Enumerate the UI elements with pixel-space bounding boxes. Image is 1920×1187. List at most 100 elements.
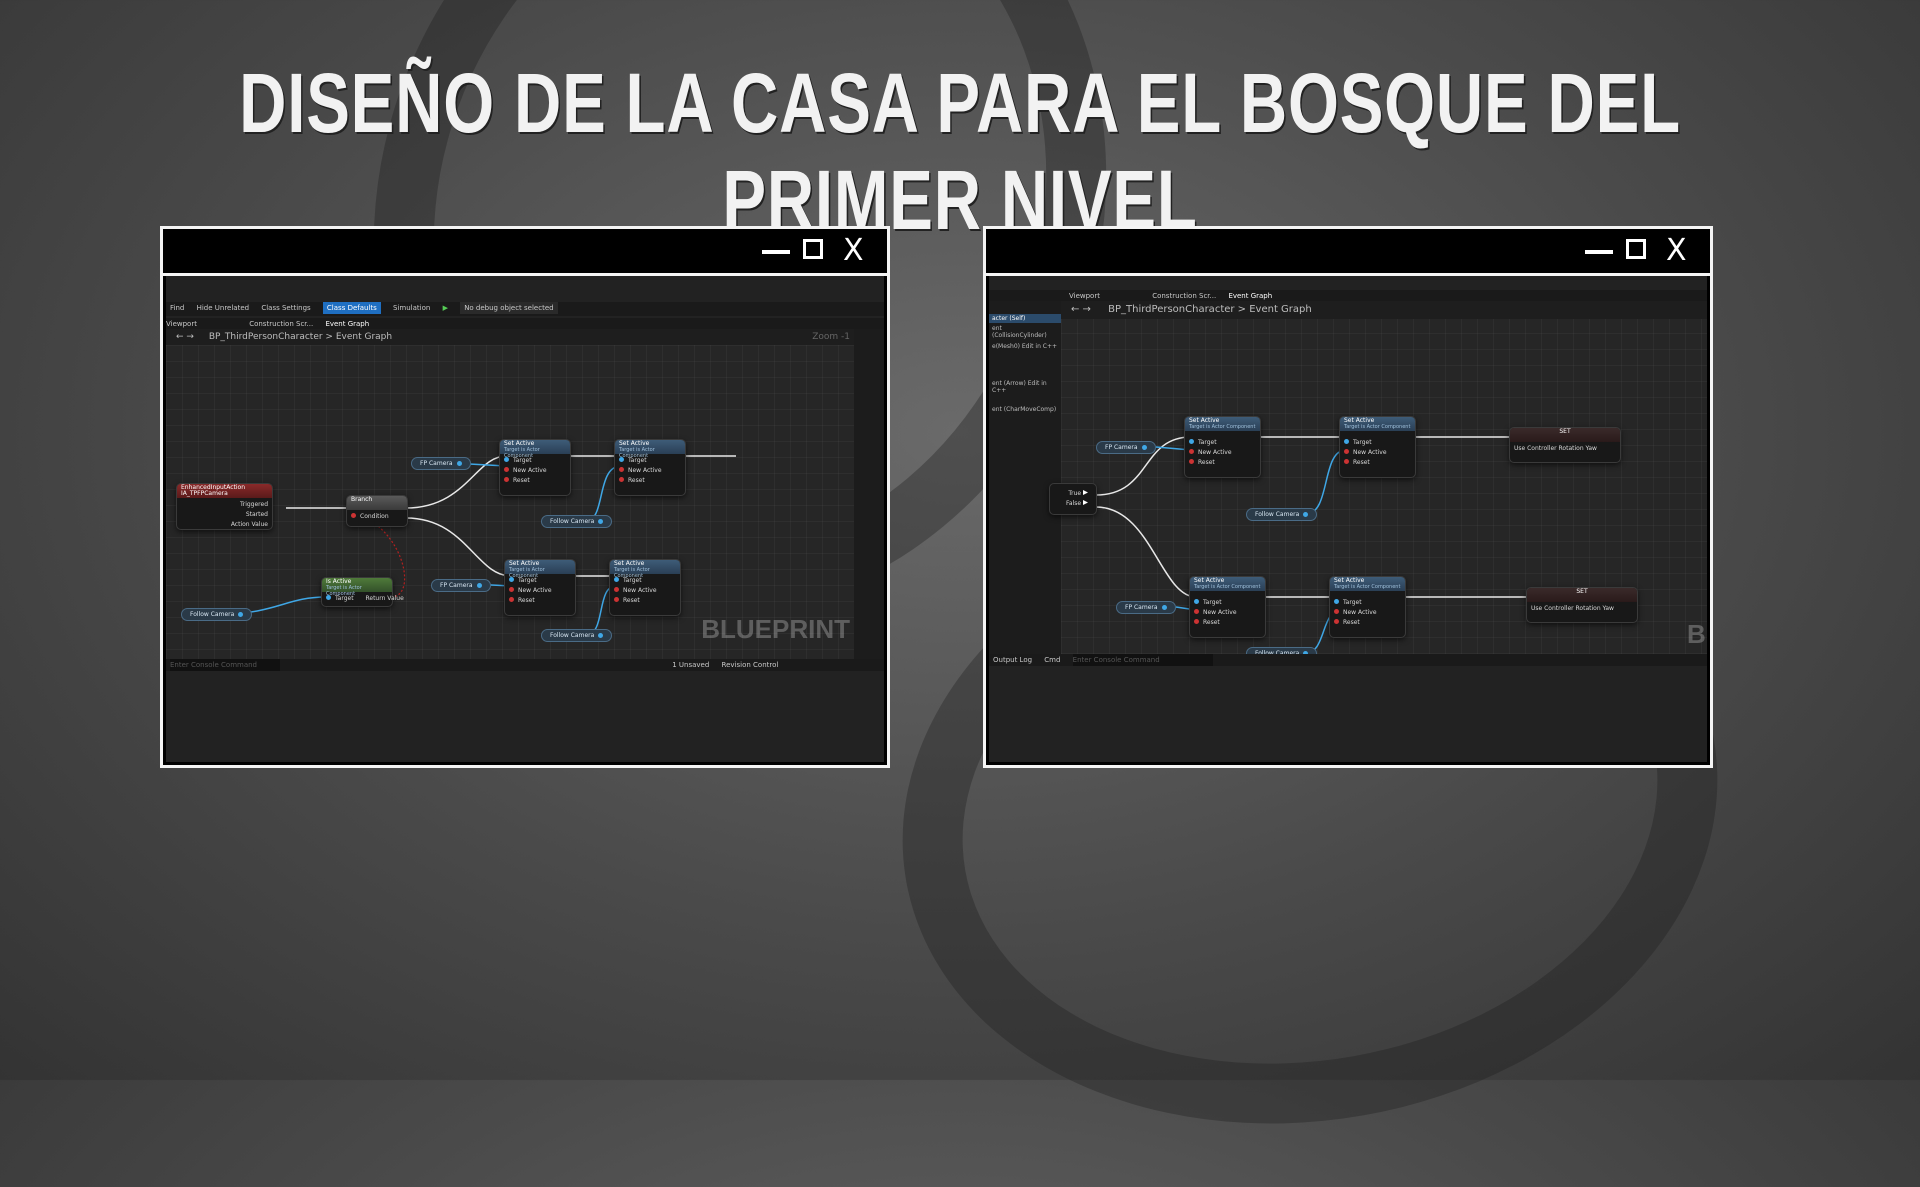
output-log-button[interactable]: Output Log — [993, 654, 1032, 666]
pin-target[interactable]: Target — [619, 457, 681, 464]
pin-target[interactable]: Target — [614, 577, 676, 584]
node-title: EnhancedInputAction IA_TPFPCamera — [177, 484, 272, 498]
minimize-icon[interactable] — [762, 250, 790, 254]
set-active-node[interactable]: Set Active Target is Actor Component Targ… — [1184, 416, 1261, 478]
simulation-button[interactable]: Simulation — [393, 302, 430, 314]
set-active-node[interactable]: Set Active Target is Actor Component Targ… — [504, 559, 576, 616]
pin-target[interactable]: Target — [1194, 599, 1261, 606]
node-title: SET — [1527, 588, 1637, 602]
minimize-icon[interactable] — [1585, 250, 1613, 254]
event-graph-canvas[interactable]: ← → BP_ThirdPersonCharacter > Event Grap… — [166, 329, 856, 659]
pin-target[interactable]: Target — [509, 577, 571, 584]
pin-target[interactable]: Target — [1334, 599, 1401, 606]
revision-control-button[interactable]: Revision Control — [722, 659, 779, 671]
pin-true[interactable]: True — [1054, 490, 1092, 497]
pin-new-active[interactable]: New Active — [619, 467, 681, 474]
pin-target[interactable]: Target — [1344, 439, 1411, 446]
close-icon[interactable]: X — [843, 236, 864, 266]
panel-item[interactable]: e(Mesh0) Edit in C++ — [989, 341, 1061, 352]
left-window: X Find Hide Unrelated Class Settings Cla… — [160, 226, 890, 768]
blueprint-watermark: BI — [1687, 619, 1707, 649]
pin-condition[interactable]: Condition — [351, 513, 403, 520]
hide-unrelated-button[interactable]: Hide Unrelated — [197, 302, 250, 314]
status-bar: Enter Console Command 1 Unsaved Revision… — [166, 659, 884, 671]
maximize-icon[interactable] — [1626, 239, 1646, 259]
maximize-icon[interactable] — [803, 239, 823, 259]
pin-reset[interactable]: Reset — [509, 597, 571, 604]
unsaved-indicator[interactable]: 1 Unsaved — [672, 659, 709, 671]
pin-use-controller-rotation-yaw[interactable]: Use Controller Rotation Yaw — [1531, 605, 1633, 612]
window-titlebar: X — [163, 229, 887, 276]
find-button[interactable]: Find — [170, 302, 184, 314]
pin-new-active[interactable]: New Active — [1334, 609, 1401, 616]
pin-reset[interactable]: Reset — [1344, 459, 1411, 466]
components-panel: acter (Self) ent (CollisionCylinder) e(M… — [989, 301, 1061, 654]
console-command-input[interactable]: Enter Console Command — [1072, 654, 1213, 666]
set-node[interactable]: SET Use Controller Rotation Yaw — [1526, 587, 1638, 623]
node-title: Set Active Target is Actor Component — [1340, 417, 1415, 431]
branch-node[interactable]: True False — [1049, 483, 1097, 515]
cmd-select[interactable]: Cmd — [1044, 654, 1060, 666]
set-active-node[interactable]: Set Active Target is Actor Component Targ… — [1189, 576, 1266, 638]
debug-object-select[interactable]: No debug object selected — [460, 302, 558, 314]
pin-action-value[interactable]: Action Value — [181, 521, 268, 528]
branch-node[interactable]: Branch Condition — [346, 495, 408, 527]
node-title: Set Active Target is Actor Component — [1190, 577, 1265, 591]
follow-camera-variable[interactable]: Follow Camera — [541, 515, 613, 528]
pin-triggered[interactable]: Triggered — [181, 501, 268, 508]
editor-toolbar: Find Hide Unrelated Class Settings Class… — [166, 302, 884, 316]
fp-camera-variable[interactable]: FP Camera — [411, 457, 471, 470]
node-title: SET — [1510, 428, 1620, 442]
pin-new-active[interactable]: New Active — [614, 587, 676, 594]
play-icon[interactable]: ▶ — [443, 302, 448, 314]
follow-camera-variable[interactable]: Follow Camera — [1246, 508, 1318, 521]
event-graph-canvas[interactable]: ← → BP_ThirdPersonCharacter > Event Grap… — [1049, 301, 1707, 660]
pin-new-active[interactable]: New Active — [504, 467, 566, 474]
node-title: Set Active Target is Actor Component — [1330, 577, 1405, 591]
pin-new-active[interactable]: New Active — [1344, 449, 1411, 456]
panel-item[interactable]: ent (CharMoveComp) — [989, 404, 1061, 415]
pin-target[interactable]: Target — [1189, 439, 1256, 446]
follow-camera-variable[interactable]: Follow Camera — [541, 629, 613, 642]
fp-camera-variable[interactable]: FP Camera — [431, 579, 491, 592]
pin-new-active[interactable]: New Active — [1189, 449, 1256, 456]
pin-reset[interactable]: Reset — [614, 597, 676, 604]
pin-reset[interactable]: Reset — [1334, 619, 1401, 626]
pin-reset[interactable]: Reset — [1189, 459, 1256, 466]
details-panel — [854, 329, 884, 659]
pin-reset[interactable]: Reset — [619, 477, 681, 484]
pin-new-active[interactable]: New Active — [509, 587, 571, 594]
set-active-node[interactable]: Set Active Target is Actor Component Targ… — [614, 439, 686, 496]
fp-camera-variable[interactable]: FP Camera — [1116, 601, 1176, 614]
class-defaults-button[interactable]: Class Defaults — [322, 302, 381, 314]
blueprint-watermark: BLUEPRINT — [701, 614, 850, 644]
close-icon[interactable]: X — [1666, 236, 1687, 266]
status-bar: Output Log Cmd Enter Console Command — [989, 654, 1707, 666]
class-settings-button[interactable]: Class Settings — [261, 302, 310, 314]
node-title: Set Active Target is Actor Component — [610, 560, 680, 579]
follow-camera-variable[interactable]: Follow Camera — [181, 608, 253, 621]
pin-use-controller-rotation-yaw[interactable]: Use Controller Rotation Yaw — [1514, 445, 1616, 452]
panel-item[interactable]: ent (CollisionCylinder) — [989, 323, 1061, 341]
console-command-input[interactable]: Enter Console Command — [170, 659, 280, 671]
set-active-node[interactable]: Set Active Target is Actor Component Targ… — [1329, 576, 1406, 638]
set-active-node[interactable]: Set Active Target is Actor Component Targ… — [609, 559, 681, 616]
node-title: Is Active Target is Actor Component — [322, 578, 392, 597]
pin-reset[interactable]: Reset — [504, 477, 566, 484]
set-node[interactable]: SET Use Controller Rotation Yaw — [1509, 427, 1621, 463]
panel-item[interactable]: ent (Arrow) Edit in C++ — [989, 378, 1061, 396]
set-active-node[interactable]: Set Active Target is Actor Component Targ… — [1339, 416, 1416, 478]
node-title: Set Active Target is Actor Component — [615, 440, 685, 459]
pin-new-active[interactable]: New Active — [1194, 609, 1261, 616]
right-window: X Viewport Construction Scr... Event Gra… — [983, 226, 1713, 768]
enhanced-input-node[interactable]: EnhancedInputAction IA_TPFPCamera Trigge… — [176, 483, 273, 530]
fp-camera-variable[interactable]: FP Camera — [1096, 441, 1156, 454]
pin-target[interactable]: Target Return Value — [326, 595, 404, 602]
pin-target[interactable]: Target — [504, 457, 566, 464]
panel-item[interactable]: acter (Self) — [989, 314, 1061, 323]
set-active-node[interactable]: Set Active Target is Actor Component Targ… — [499, 439, 571, 496]
pin-started[interactable]: Started — [181, 511, 268, 518]
pin-reset[interactable]: Reset — [1194, 619, 1261, 626]
pin-false[interactable]: False — [1054, 500, 1092, 507]
is-active-node[interactable]: Is Active Target is Actor Component Targe… — [321, 577, 404, 607]
